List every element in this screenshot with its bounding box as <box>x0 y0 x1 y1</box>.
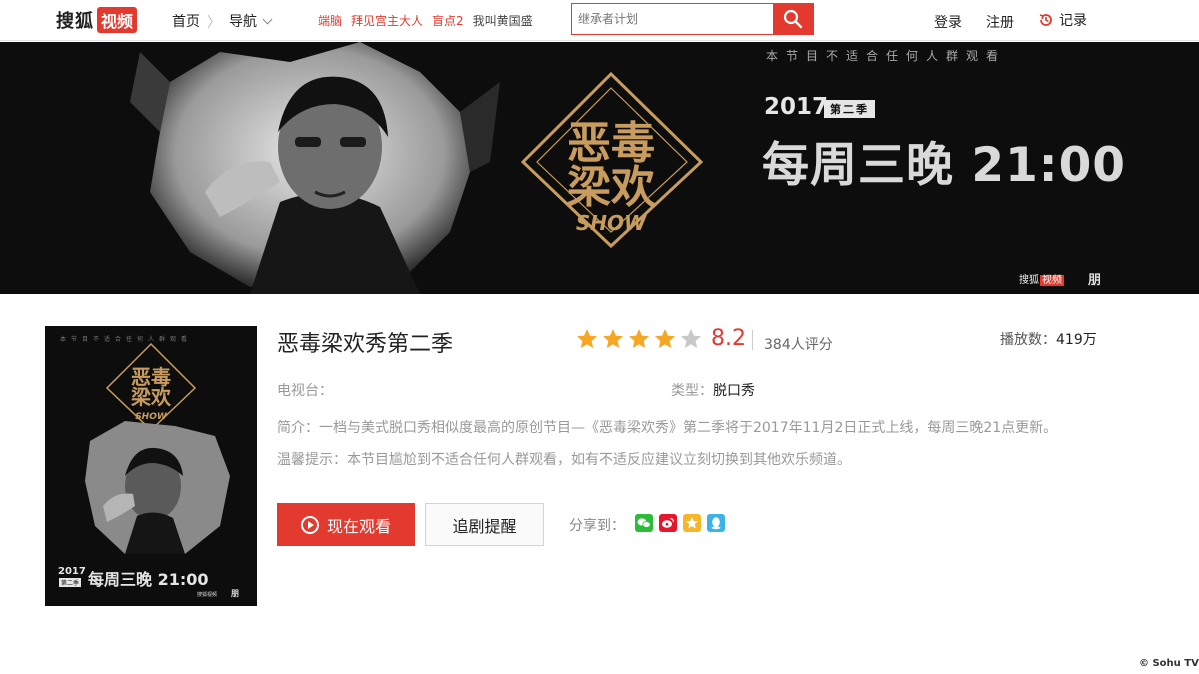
rating-divider <box>752 330 753 350</box>
banner-peng-logo: 朋 <box>1088 273 1102 288</box>
top-navigation-bar: 搜狐 视频 首页 〉 导航 端脑 拜见宫主大人 盲点2 我叫黄国盛 登录 注册 … <box>0 0 1199 41</box>
genre: 类型：脱口秀 <box>671 380 755 400</box>
rating-score: 8.2 <box>711 326 746 351</box>
watch-now-button[interactable]: 现在观看 <box>277 503 415 546</box>
search-button[interactable] <box>773 4 813 34</box>
hot-links: 端脑 拜见宫主大人 盲点2 我叫黄国盛 <box>318 12 533 29</box>
play-count: 播放数：419万 <box>1000 329 1097 349</box>
hot-link[interactable]: 端脑 <box>318 12 342 29</box>
play-count-label: 播放数： <box>1000 332 1056 348</box>
banner-show-logo: 恶毒 梁欢 SHOW <box>520 71 704 249</box>
rating-count: 384人评分 <box>764 337 833 353</box>
follow-reminder-button[interactable]: 追剧提醒 <box>425 503 544 546</box>
wechat-icon[interactable] <box>635 514 653 532</box>
play-icon <box>300 515 319 534</box>
banner-sohu-text: 搜狐 <box>1019 275 1039 286</box>
poster-season: 第二季 <box>59 578 82 587</box>
star-filled-icon <box>629 329 649 348</box>
banner-year: 2017 <box>764 94 829 120</box>
poster-peng-logo: 朋 <box>231 589 239 598</box>
star-filled-icon <box>577 329 597 348</box>
history-link[interactable]: 记录 <box>1038 10 1087 30</box>
hot-link[interactable]: 盲点2 <box>432 12 464 29</box>
search-icon <box>783 9 803 29</box>
qq-icon[interactable] <box>707 514 725 532</box>
chevron-down-icon <box>262 14 273 24</box>
logo-box: 视频 <box>97 7 138 33</box>
search-input[interactable] <box>572 4 773 34</box>
nav-home-link[interactable]: 首页 <box>172 11 200 31</box>
banner-logo-show: SHOW <box>576 211 647 235</box>
banner-logo-line2: 梁欢 <box>567 162 655 213</box>
history-label: 记录 <box>1059 13 1087 29</box>
poster-schedule: 每周三晚 21:00 <box>88 570 209 589</box>
poster-logo-show: SHOW <box>135 412 168 422</box>
banner-sohu-logo: 搜狐 视频 <box>1019 271 1064 286</box>
banner-schedule: 每周三晚 21:00 <box>762 138 1126 193</box>
banner-host-photo <box>130 42 500 294</box>
tv-station: 电视台： <box>277 383 333 399</box>
nav-separator: 〉 <box>207 15 221 31</box>
logo-text: 搜狐 <box>56 11 94 32</box>
history-icon <box>1039 14 1052 26</box>
show-poster[interactable]: 本节目不适合任何人群观看 恶毒 梁欢 SHOW 2017 第二季 每周三晚 21… <box>45 326 257 606</box>
weibo-icon[interactable] <box>659 514 677 532</box>
poster-year: 2017 <box>58 566 86 577</box>
hot-link[interactable]: 拜见宫主大人 <box>351 12 423 29</box>
watch-now-label: 现在观看 <box>326 516 391 536</box>
share-label: 分享到： <box>569 518 625 534</box>
banner-sohu-box: 视频 <box>1040 275 1064 286</box>
star-filled-icon <box>655 329 675 348</box>
search-box <box>571 3 814 35</box>
register-link[interactable]: 注册 <box>986 12 1014 32</box>
login-link[interactable]: 登录 <box>934 12 962 32</box>
qzone-icon[interactable] <box>683 514 701 532</box>
star-empty-icon <box>681 329 701 348</box>
show-banner[interactable]: 恶毒 梁欢 SHOW 本节目不适合任何人群观看 2017 第二季 每周三晚 21… <box>0 42 1199 294</box>
warm-tip: 温馨提示：本节目尴尬到不适合任何人群观看，如有不适反应建议立刻切换到其他欢乐频道… <box>277 452 851 468</box>
star-filled-icon <box>603 329 623 348</box>
svg-text:梁欢: 梁欢 <box>130 385 172 409</box>
genre-value[interactable]: 脱口秀 <box>713 383 755 399</box>
show-title: 恶毒梁欢秀第二季 <box>277 332 454 357</box>
rating-stars <box>576 328 702 350</box>
banner-disclaimer: 本节目不适合任何人群观看 <box>766 49 1007 63</box>
banner-season-badge: 第二季 <box>824 100 875 118</box>
play-count-value: 419万 <box>1056 332 1097 348</box>
share-icons <box>635 514 725 532</box>
sohu-video-logo[interactable]: 搜狐 视频 <box>56 7 138 33</box>
genre-label: 类型： <box>671 383 713 399</box>
hot-link[interactable]: 我叫黄国盛 <box>473 12 533 29</box>
copyright-credit: © Sohu TV <box>1139 658 1199 669</box>
poster-artwork: 恶毒 梁欢 SHOW <box>85 342 230 554</box>
nav-guide-menu[interactable]: 导航 <box>229 11 273 31</box>
poster-sohu-logo: 搜狐视频 <box>197 592 218 598</box>
synopsis: 简介：一档与美式脱口秀相似度最高的原创节目—《恶毒梁欢秀》第二季将于2017年1… <box>277 420 1058 436</box>
nav-guide-label: 导航 <box>229 14 257 30</box>
